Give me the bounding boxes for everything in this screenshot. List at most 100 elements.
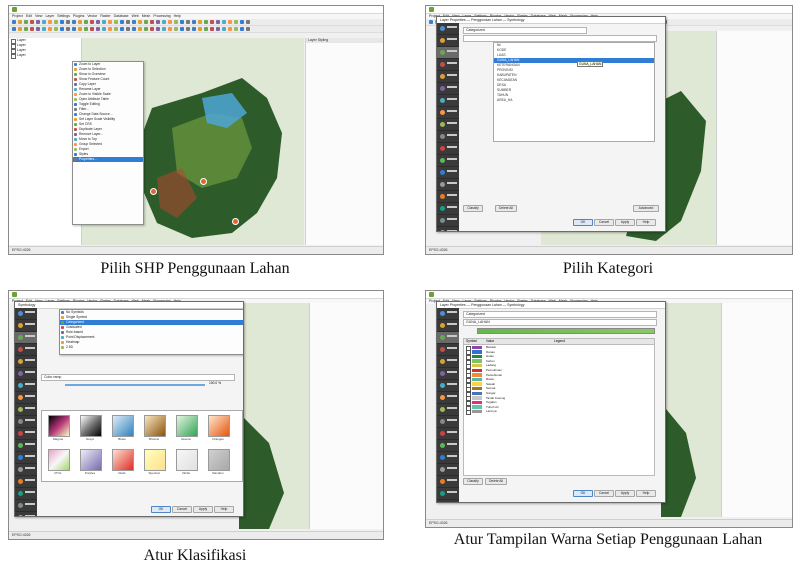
toolbar-tool-icon[interactable] [216, 27, 220, 31]
apply-button[interactable]: Apply [615, 490, 635, 497]
sidebar-tab[interactable] [437, 95, 459, 107]
sidebar-tab[interactable] [437, 380, 459, 392]
advanced-button[interactable]: Advanced [633, 205, 659, 212]
ok-button[interactable]: OK [573, 219, 593, 226]
toolbar-tool-icon[interactable] [222, 27, 226, 31]
toolbar-tool-icon[interactable] [204, 20, 208, 24]
toolbar-tool-icon[interactable] [180, 27, 184, 31]
toolbar-tool-icon[interactable] [228, 20, 232, 24]
toolbar-tool-icon[interactable] [246, 20, 250, 24]
toolbar-tool-icon[interactable] [90, 27, 94, 31]
layer-properties-dialog[interactable]: Layer Properties — Penggunaan Lahan — Sy… [436, 16, 666, 232]
sidebar-tab[interactable] [15, 512, 37, 516]
toolbar-tool-icon[interactable] [216, 20, 220, 24]
field-option[interactable]: AREA_HA [494, 98, 654, 103]
opacity-value[interactable]: 100.0 % [209, 381, 221, 385]
toolbar-tool-icon[interactable] [234, 20, 238, 24]
toolbar-tool-icon[interactable] [36, 27, 40, 31]
properties-sidebar[interactable] [15, 308, 37, 516]
toolbar-secondary[interactable] [9, 26, 383, 33]
toolbar-tool-icon[interactable] [240, 27, 244, 31]
sidebar-tab[interactable] [437, 464, 459, 476]
properties-sidebar[interactable] [437, 23, 459, 231]
sidebar-tab[interactable] [437, 452, 459, 464]
toolbar-tool-icon[interactable] [222, 20, 226, 24]
sidebar-tab[interactable] [437, 368, 459, 380]
sidebar-tab[interactable] [437, 71, 459, 83]
category-color-symbol[interactable] [472, 377, 482, 382]
color-ramp-swatch[interactable] [48, 415, 70, 437]
category-color-symbol[interactable] [472, 386, 482, 391]
toolbar-tool-icon[interactable] [132, 27, 136, 31]
toolbar-tool-icon[interactable] [90, 20, 94, 24]
ok-button[interactable]: OK [151, 506, 171, 513]
sidebar-tab[interactable] [15, 392, 37, 404]
toolbar-tool-icon[interactable] [246, 27, 250, 31]
color-ramp-swatch[interactable] [48, 449, 70, 471]
toolbar-tool-icon[interactable] [66, 20, 70, 24]
toolbar-tool-icon[interactable] [96, 27, 100, 31]
toolbar-tool-icon[interactable] [120, 27, 124, 31]
toolbar-tool-icon[interactable] [150, 27, 154, 31]
menu-item[interactable]: Layer [45, 14, 54, 18]
toolbar-tool-icon[interactable] [162, 27, 166, 31]
menu-item[interactable]: Vector [87, 14, 97, 18]
sidebar-tab[interactable] [437, 404, 459, 416]
opacity-slider[interactable] [65, 384, 205, 386]
apply-button[interactable]: Apply [193, 506, 213, 513]
toolbar-tool-icon[interactable] [60, 20, 64, 24]
sidebar-tab[interactable] [437, 476, 459, 488]
sidebar-tab[interactable] [15, 464, 37, 476]
apply-button[interactable]: Apply [615, 219, 635, 226]
sidebar-tab[interactable] [437, 488, 459, 500]
sidebar-tab[interactable] [437, 131, 459, 143]
category-color-symbol[interactable] [472, 400, 482, 405]
toolbar-tool-icon[interactable] [204, 27, 208, 31]
toolbar-tool-icon[interactable] [12, 27, 16, 31]
sidebar-tab[interactable] [15, 320, 37, 332]
sidebar-tab[interactable] [437, 83, 459, 95]
layer-properties-dialog[interactable]: Layer Properties — Penggunaan Lahan — Sy… [436, 301, 666, 503]
color-ramp-swatch[interactable] [80, 449, 102, 471]
sidebar-tab[interactable] [437, 440, 459, 452]
toolbar-tool-icon[interactable] [192, 20, 196, 24]
toolbar[interactable] [9, 19, 383, 26]
toolbar-tool-icon[interactable] [48, 27, 52, 31]
sidebar-tab[interactable] [437, 500, 459, 502]
toolbar-tool-icon[interactable] [30, 20, 34, 24]
toolbar-tool-icon[interactable] [180, 20, 184, 24]
toolbar-tool-icon[interactable] [120, 20, 124, 24]
toolbar-tool-icon[interactable] [12, 20, 16, 24]
toolbar-tool-icon[interactable] [102, 20, 106, 24]
sidebar-tab[interactable] [437, 332, 459, 344]
toolbar-tool-icon[interactable] [132, 20, 136, 24]
toolbar-tool-icon[interactable] [42, 20, 46, 24]
toolbar-tool-icon[interactable] [36, 20, 40, 24]
delete-all-button[interactable]: Delete All [495, 205, 517, 212]
help-button[interactable]: Help [636, 490, 656, 497]
sidebar-tab[interactable] [437, 143, 459, 155]
toolbar-tool-icon[interactable] [168, 20, 172, 24]
sidebar-tab[interactable] [15, 452, 37, 464]
sidebar-tab[interactable] [437, 47, 459, 59]
toolbar-tool-icon[interactable] [138, 27, 142, 31]
layer-context-menu[interactable]: Zoom to Layer Zoom to Selection Show in Ov… [72, 61, 144, 225]
color-ramp-bar[interactable] [477, 328, 655, 334]
toolbar-tool-icon[interactable] [48, 20, 52, 24]
toolbar-tool-icon[interactable] [18, 27, 22, 31]
toolbar-tool-icon[interactable] [30, 27, 34, 31]
color-ramp-swatch[interactable] [208, 449, 230, 471]
color-ramp-select[interactable]: Color ramp [41, 374, 235, 381]
toolbar-tool-icon[interactable] [126, 27, 130, 31]
color-ramp-gallery[interactable]: Magma Greys Blues Browns Greens Oranges PiYG Pu… [41, 410, 243, 482]
sidebar-tab[interactable] [437, 392, 459, 404]
toolbar-tool-icon[interactable] [66, 27, 70, 31]
right-panel[interactable] [716, 31, 792, 245]
toolbar-tool-icon[interactable] [54, 27, 58, 31]
sidebar-tab[interactable] [15, 500, 37, 512]
toolbar-tool-icon[interactable] [144, 20, 148, 24]
toolbar-tool-icon[interactable] [114, 20, 118, 24]
renderer-menu[interactable]: No Symbols Single Symbol Categorized Gradua… [59, 309, 243, 355]
right-panel[interactable]: Layer Styling [305, 38, 383, 245]
toolbar-tool-icon[interactable] [72, 20, 76, 24]
